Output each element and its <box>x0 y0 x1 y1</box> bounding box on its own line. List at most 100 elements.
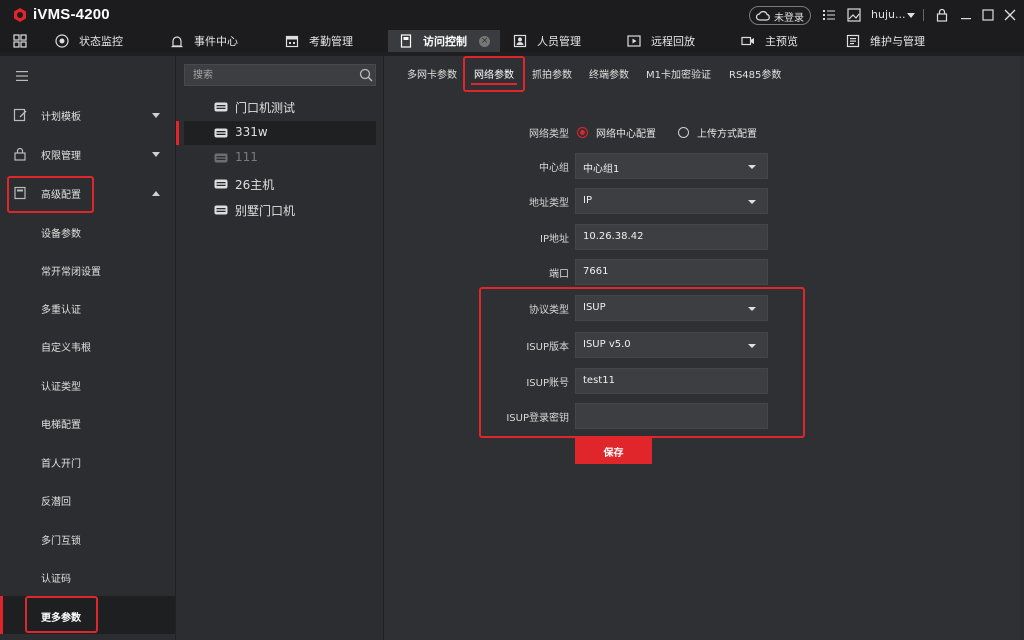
maximize-icon[interactable] <box>981 8 995 22</box>
sidebar-group-label: 高级配置 <box>41 190 81 201</box>
port-input[interactable]: 7661 <box>575 259 768 285</box>
sidebar-item-multi-door-interlock[interactable]: 多门互锁 <box>0 519 175 557</box>
nav-status-monitor[interactable]: 状态监控 <box>55 30 123 52</box>
device-search-box <box>184 64 376 86</box>
close-tab-icon[interactable]: × <box>479 35 490 47</box>
app-title: iVMS-4200 <box>33 6 110 23</box>
minimize-icon[interactable] <box>959 8 973 22</box>
chevron-down-icon <box>748 200 756 204</box>
sidebar-group-schedule-template[interactable]: 计划模板 <box>0 96 175 134</box>
save-button[interactable]: 保存 <box>575 438 652 464</box>
app-logo-icon <box>14 8 26 22</box>
device-item[interactable]: 26主机 <box>184 172 376 196</box>
nav-label: 事件中心 <box>194 35 238 48</box>
device-label: 111 <box>235 150 258 164</box>
device-item[interactable]: 111 <box>184 146 376 170</box>
isup-key-row: ISUP登录密钥 <box>384 403 1021 429</box>
isup-account-input[interactable]: test11 <box>575 368 768 394</box>
alarm-icon <box>171 36 183 48</box>
nav-attendance[interactable]: 考勤管理 <box>285 30 353 52</box>
tab-terminal-params[interactable]: 终端参数 <box>589 66 629 81</box>
radio-network-center[interactable] <box>577 127 588 138</box>
template-icon <box>13 108 27 122</box>
isup-key-label: ISUP登录密钥 <box>506 413 569 424</box>
sidebar-item-first-person-open[interactable]: 首人开门 <box>0 442 175 480</box>
sidebar-group-advanced-config[interactable]: 高级配置 <box>0 174 175 212</box>
sidebar-item-more-params[interactable]: 更多参数 <box>0 596 175 634</box>
sidebar-item-normally-open-close[interactable]: 常开常闭设置 <box>0 250 175 288</box>
nav-label: 人员管理 <box>537 35 581 48</box>
sidebar-item-auth-code[interactable]: 认证码 <box>0 557 175 595</box>
grid-menu-icon[interactable] <box>13 34 27 48</box>
config-icon <box>14 186 26 200</box>
address-type-select[interactable]: IP <box>575 188 768 214</box>
device-item[interactable]: 331w <box>176 121 376 145</box>
radio-upload-mode[interactable] <box>678 127 689 138</box>
sidebar-item-label: 认证码 <box>41 574 71 585</box>
nav-person-management[interactable]: 人员管理 <box>513 30 581 52</box>
tab-network-params[interactable]: 网络参数 <box>471 66 517 85</box>
title-bar: iVMS-4200 未登录 huju... <box>0 0 1024 30</box>
nav-maintenance[interactable]: 维护与管理 <box>846 30 925 52</box>
nav-event-center[interactable]: 事件中心 <box>170 30 238 52</box>
device-search-input[interactable] <box>185 65 353 85</box>
protocol-type-select[interactable]: ISUP <box>575 295 768 321</box>
username[interactable]: huju... <box>871 8 905 21</box>
isup-key-input[interactable] <box>575 403 768 429</box>
device-icon <box>214 128 228 138</box>
ip-address-input[interactable]: 10.26.38.42 <box>575 224 768 250</box>
isup-account-label: ISUP账号 <box>526 378 569 389</box>
isup-account-row: ISUP账号 test11 <box>384 368 1021 394</box>
nav-label: 主预览 <box>765 35 798 48</box>
nav-label: 远程回放 <box>651 35 695 48</box>
hamburger-menu-icon[interactable] <box>16 71 28 81</box>
isup-version-value: ISUP v5.0 <box>583 339 631 350</box>
sidebar-item-elevator-config[interactable]: 电梯配置 <box>0 403 175 441</box>
address-type-value: IP <box>583 195 592 206</box>
sidebar-item-device-params[interactable]: 设备参数 <box>0 212 175 250</box>
sidebar-item-custom-wiegand[interactable]: 自定义韦根 <box>0 326 175 364</box>
search-icon[interactable] <box>359 68 373 82</box>
camera-icon <box>741 36 754 46</box>
tab-capture-params[interactable]: 抓拍参数 <box>532 66 572 81</box>
chevron-up-icon <box>152 191 160 196</box>
center-group-value: 中心组1 <box>583 164 620 175</box>
device-label: 别墅门口机 <box>235 204 296 218</box>
port-value: 7661 <box>583 266 609 277</box>
scrollbar[interactable] <box>1020 56 1024 640</box>
list-icon[interactable] <box>822 8 836 22</box>
device-item[interactable]: 别墅门口机 <box>184 198 376 222</box>
nav-access-control[interactable]: 访问控制 × <box>388 30 500 52</box>
isup-version-select[interactable]: ISUP v5.0 <box>575 332 768 358</box>
sidebar-item-label: 设备参数 <box>41 229 81 240</box>
sidebar-item-label: 常开常闭设置 <box>41 267 101 278</box>
tab-rs485-params[interactable]: RS485参数 <box>729 66 781 81</box>
device-item[interactable]: 门口机测试 <box>184 95 376 119</box>
sidebar-item-label: 认证类型 <box>41 382 81 393</box>
network-type-label: 网络类型 <box>529 129 569 140</box>
chevron-down-icon[interactable] <box>907 13 915 18</box>
image-icon[interactable] <box>847 8 861 22</box>
isup-account-value: test11 <box>583 375 615 386</box>
sidebar-group-permission[interactable]: 权限管理 <box>0 135 175 173</box>
top-nav: 状态监控 事件中心 考勤管理 访问控制 × 人员管理 远程回放 主预览 维护与管… <box>0 30 1024 52</box>
chevron-down-icon <box>748 344 756 348</box>
sidebar-item-auth-type[interactable]: 认证类型 <box>0 365 175 403</box>
lock-icon[interactable] <box>935 8 949 22</box>
center-group-select[interactable]: 中心组1 <box>575 153 768 179</box>
center-group-row: 中心组 中心组1 <box>384 153 1021 179</box>
radio-label[interactable]: 上传方式配置 <box>697 125 757 140</box>
device-icon <box>214 179 228 189</box>
radio-label[interactable]: 网络中心配置 <box>596 125 656 140</box>
close-icon[interactable] <box>1003 8 1017 22</box>
main-panel: 多网卡参数 网络参数 抓拍参数 终端参数 M1卡加密验证 RS485参数 网络类… <box>383 56 1020 640</box>
nav-main-preview[interactable]: 主预览 <box>741 30 798 52</box>
sidebar-item-multi-auth[interactable]: 多重认证 <box>0 288 175 326</box>
login-button[interactable]: 未登录 <box>749 6 811 25</box>
sidebar-item-anti-passback[interactable]: 反潜回 <box>0 480 175 518</box>
sidebar-item-label: 更多参数 <box>41 613 81 624</box>
nav-remote-playback[interactable]: 远程回放 <box>627 30 695 52</box>
nav-label: 状态监控 <box>79 35 123 48</box>
tab-multi-nic[interactable]: 多网卡参数 <box>407 66 457 81</box>
tab-m1-card-encryption[interactable]: M1卡加密验证 <box>646 66 711 81</box>
